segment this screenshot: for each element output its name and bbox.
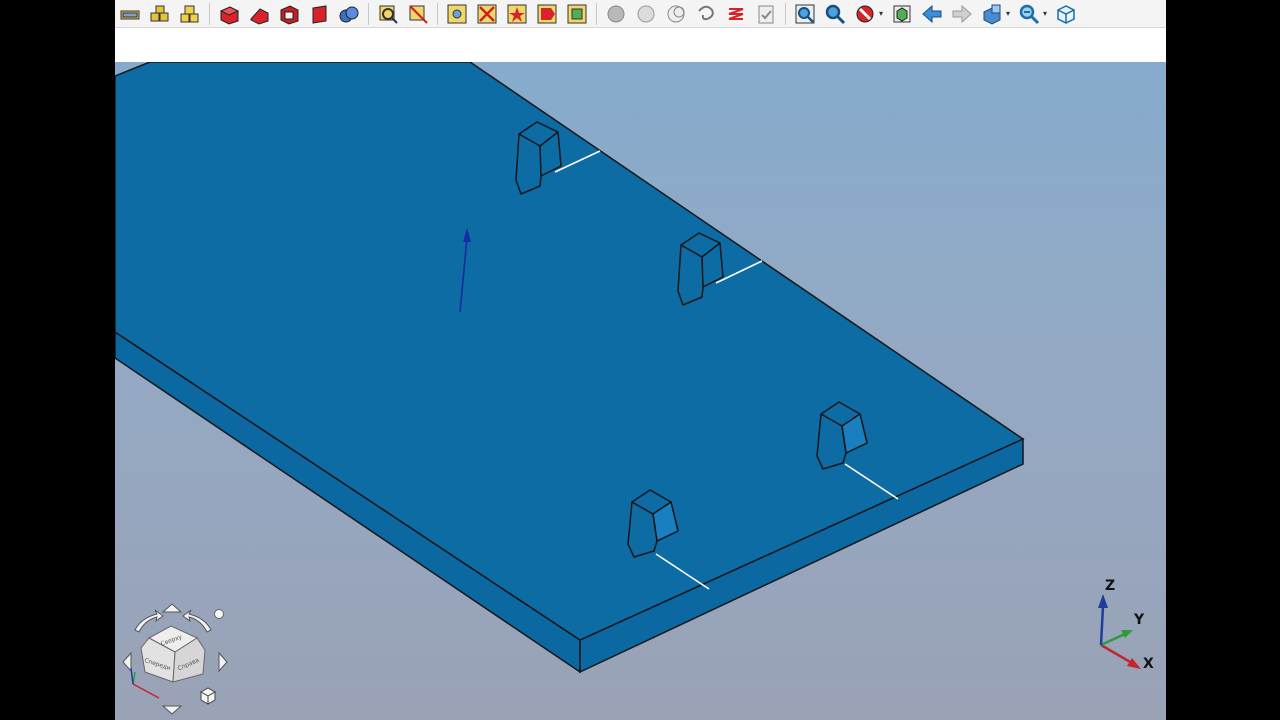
toolbar-separator xyxy=(437,2,438,25)
nav-left-arrow-icon[interactable] xyxy=(122,651,132,673)
select-tree-icon xyxy=(447,4,467,23)
arrow-left-icon xyxy=(922,4,942,23)
red-shell-button[interactable] xyxy=(276,2,302,26)
mesh-star-button[interactable] xyxy=(504,2,530,26)
assembly-lines-icon xyxy=(120,10,140,19)
view-box-button[interactable] xyxy=(979,2,1005,26)
red-box-icon xyxy=(219,5,240,25)
axis-label-z: Z xyxy=(1105,578,1116,594)
spring-icon xyxy=(728,7,744,20)
zoom-out-button[interactable] xyxy=(1016,2,1042,26)
no-entry-icon xyxy=(856,5,874,22)
toolbar-group xyxy=(601,0,781,28)
view-box-icon xyxy=(983,4,1001,25)
navigation-cube[interactable]: Сверху Спереди Справа xyxy=(115,600,235,718)
toolbar-group xyxy=(373,0,433,28)
spiral-button[interactable] xyxy=(693,2,719,26)
ghost-sphere-icon xyxy=(607,5,625,22)
3d-scene[interactable] xyxy=(115,62,1166,720)
secondary-toolbar xyxy=(115,28,1166,63)
mesh-tag-button[interactable] xyxy=(534,2,560,26)
toolbar-group xyxy=(442,0,592,28)
nav-axis-x xyxy=(132,683,160,699)
main-toolbar: ▾ ▾ ▾ xyxy=(115,0,1166,28)
ghost-sphere2-icon xyxy=(637,5,655,22)
toolbar-group xyxy=(214,0,364,28)
spring-button[interactable] xyxy=(723,2,749,26)
assembly-blocks-icon xyxy=(150,5,169,21)
nav-menu-dot-icon[interactable] xyxy=(214,609,224,619)
nav-up-arrow-icon[interactable] xyxy=(161,603,183,613)
arrow-left-button[interactable] xyxy=(919,2,945,26)
rotate-right-arrow-icon[interactable] xyxy=(182,609,212,633)
measure-icon xyxy=(379,5,398,24)
red-wedge-button[interactable] xyxy=(246,2,272,26)
plate-top-face[interactable] xyxy=(115,62,1025,641)
ghost-sphere2-button[interactable] xyxy=(633,2,659,26)
zoom-out-icon xyxy=(1019,4,1040,24)
view-cube-icon xyxy=(893,5,911,22)
zoom-fit-icon xyxy=(795,4,815,23)
toolbar-group xyxy=(115,0,205,28)
mesh-frame-button[interactable] xyxy=(564,2,590,26)
arrow-right-button[interactable] xyxy=(949,2,975,26)
nav-right-arrow-icon[interactable] xyxy=(218,651,228,673)
dropdown-arrow-icon[interactable]: ▾ xyxy=(1004,2,1012,26)
nav-down-arrow-icon[interactable] xyxy=(161,705,183,715)
rotate-left-arrow-icon[interactable] xyxy=(134,609,164,633)
zoom-parts-icon xyxy=(409,4,428,24)
nav-axis-z xyxy=(130,667,134,685)
assembly-yellow-icon xyxy=(180,5,199,22)
mesh-frame-icon xyxy=(567,4,587,23)
dropdown-arrow-icon[interactable]: ▾ xyxy=(1041,2,1049,26)
assembly-lines-button[interactable] xyxy=(117,2,143,26)
mesh-star-icon xyxy=(507,4,527,23)
3d-viewport[interactable]: Z Y X Сверху Спереди Справа xyxy=(115,62,1166,720)
assembly-blocks-button[interactable] xyxy=(147,2,173,26)
view-cube-button[interactable] xyxy=(889,2,915,26)
dropdown-arrow-icon[interactable]: ▾ xyxy=(877,2,885,26)
red-box-button[interactable] xyxy=(216,2,242,26)
clipboard-icon xyxy=(758,5,774,23)
red-plate-button[interactable] xyxy=(306,2,332,26)
zoom-parts-button[interactable] xyxy=(405,2,431,26)
zoom-icon xyxy=(825,4,846,24)
clipboard-button[interactable] xyxy=(753,2,779,26)
app-window: ▾ ▾ ▾ Z Y X Сверху Спереди Справа xyxy=(115,0,1166,720)
axis-triad xyxy=(1098,594,1141,669)
iso-cube-icon xyxy=(1057,4,1075,24)
red-plate-icon xyxy=(312,4,327,24)
deselect-icon xyxy=(477,4,497,23)
deselect-button[interactable] xyxy=(474,2,500,26)
no-entry-button[interactable] xyxy=(852,2,878,26)
axis-label-y: Y xyxy=(1134,612,1145,628)
red-wedge-icon xyxy=(250,7,269,25)
mesh-tag-icon xyxy=(537,4,557,23)
measure-button[interactable] xyxy=(375,2,401,26)
toolbar-separator xyxy=(596,2,597,25)
ghost-sphere-button[interactable] xyxy=(603,2,629,26)
toolbar-group: ▾ ▾ ▾ xyxy=(790,0,1081,28)
toolbar-separator xyxy=(368,2,369,25)
blue-spheres-button[interactable] xyxy=(336,2,362,26)
red-shell-icon xyxy=(280,4,299,25)
blue-spheres-icon xyxy=(339,6,359,22)
arrow-right-icon xyxy=(952,4,972,23)
select-tree-button[interactable] xyxy=(444,2,470,26)
wire-sphere-button[interactable] xyxy=(663,2,689,26)
toolbar-separator xyxy=(785,2,786,25)
spiral-icon xyxy=(698,5,714,20)
toolbar-separator xyxy=(209,2,210,25)
zoom-button[interactable] xyxy=(822,2,848,26)
assembly-yellow-button[interactable] xyxy=(177,2,203,26)
axis-label-x: X xyxy=(1143,656,1154,672)
iso-cube-button[interactable] xyxy=(1053,2,1079,26)
wire-sphere-icon xyxy=(667,5,685,22)
zoom-fit-button[interactable] xyxy=(792,2,818,26)
nav-home-cube-icon[interactable] xyxy=(199,687,217,705)
